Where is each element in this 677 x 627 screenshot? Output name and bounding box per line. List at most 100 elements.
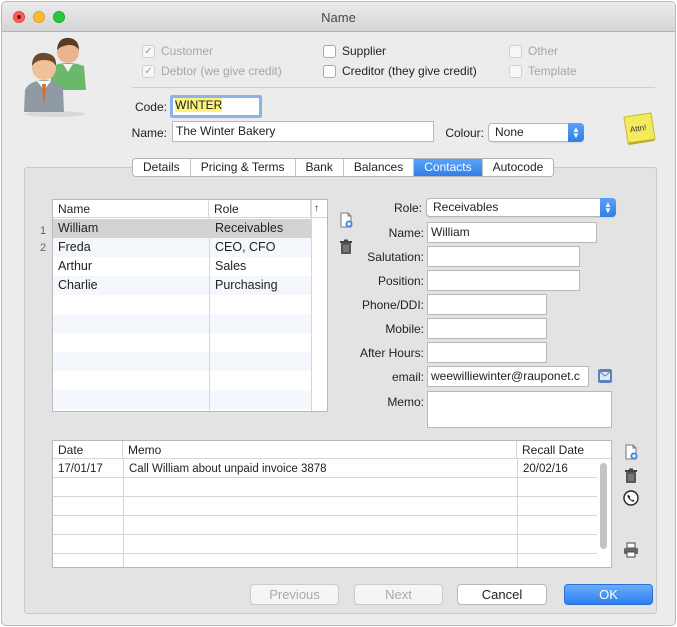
empty-row xyxy=(53,352,311,371)
email-compose-icon[interactable] xyxy=(597,368,613,384)
colour-label: Colour: xyxy=(445,126,484,140)
trash-icon[interactable] xyxy=(623,468,639,484)
contacts-table: Name Role ↑ William Receivables Freda CE… xyxy=(52,199,328,412)
checkbox-box xyxy=(323,44,336,58)
code-input[interactable]: WINTER xyxy=(170,95,262,118)
column-divider xyxy=(311,200,312,411)
divider xyxy=(132,87,655,88)
checkmark-icon: ✓ xyxy=(142,44,155,58)
after-hours-input[interactable] xyxy=(427,342,547,363)
chevron-updown-icon: ▲ ▼ xyxy=(568,123,584,142)
add-recall-icon[interactable] xyxy=(623,444,639,460)
template-checkbox[interactable]: Template xyxy=(509,64,577,78)
empty-row xyxy=(53,371,311,390)
column-header-name[interactable]: Name xyxy=(53,200,209,218)
contact-role: CEO, CFO xyxy=(215,240,276,254)
mobile-label: Mobile: xyxy=(385,322,424,336)
row-divider xyxy=(53,534,597,535)
column-divider xyxy=(209,218,210,411)
colour-value: None xyxy=(495,125,524,139)
previous-button[interactable]: Previous xyxy=(250,584,339,605)
role-select[interactable]: Receivables ▲ ▼ xyxy=(426,198,616,217)
phone-icon[interactable] xyxy=(623,490,639,506)
contact-name: Arthur xyxy=(58,259,93,273)
table-row[interactable]: Charlie Purchasing xyxy=(53,276,311,295)
creditor-checkbox[interactable]: Creditor (they give credit) xyxy=(323,64,477,78)
sort-icon[interactable]: ↑ xyxy=(311,200,327,218)
chevron-updown-icon: ▲ ▼ xyxy=(600,198,616,217)
empty-row xyxy=(53,314,311,333)
column-divider xyxy=(123,459,124,567)
cancel-button[interactable]: Cancel xyxy=(457,584,547,605)
row-divider xyxy=(53,553,597,554)
checkbox-box xyxy=(323,64,336,78)
checkbox-box xyxy=(509,64,522,78)
mobile-input[interactable] xyxy=(427,318,547,339)
table-row[interactable]: Freda CEO, CFO xyxy=(53,238,311,257)
position-label: Position: xyxy=(377,274,424,288)
table-row[interactable]: Arthur Sales xyxy=(53,257,311,276)
other-label: Other xyxy=(528,44,559,58)
name-label: Name: xyxy=(131,126,167,140)
row-divider xyxy=(53,515,597,516)
scrollbar[interactable] xyxy=(600,463,607,549)
print-icon[interactable] xyxy=(623,542,639,558)
memo-label: Memo: xyxy=(387,395,424,409)
contact-name-label: Name: xyxy=(388,226,424,240)
colour-select[interactable]: None ▲ ▼ xyxy=(488,123,584,142)
tab-autocode[interactable]: Autocode xyxy=(482,159,554,176)
row-divider xyxy=(53,477,597,478)
recall-table: Date Memo Recall Date 17/01/17 Call Will… xyxy=(52,440,612,568)
creditor-label: Creditor (they give credit) xyxy=(342,64,477,78)
empty-row xyxy=(53,390,311,409)
code-value: WINTER xyxy=(175,98,223,112)
contact-name: Freda xyxy=(58,240,91,254)
column-header-memo[interactable]: Memo xyxy=(123,441,517,459)
contact-name-input[interactable]: William xyxy=(427,222,597,243)
name-input[interactable]: The Winter Bakery xyxy=(172,121,434,142)
phone-label: Phone/DDI: xyxy=(361,298,424,312)
column-header-date[interactable]: Date xyxy=(53,441,123,459)
ok-button[interactable]: OK xyxy=(564,584,653,605)
column-divider xyxy=(517,459,518,567)
phone-input[interactable] xyxy=(427,294,547,315)
tab-bank[interactable]: Bank xyxy=(295,159,344,176)
window-title: Name xyxy=(321,10,356,25)
tab-details[interactable]: Details xyxy=(133,159,191,176)
email-label: email: xyxy=(391,370,424,384)
tab-balances[interactable]: Balances xyxy=(343,159,415,176)
supplier-checkbox[interactable]: Supplier xyxy=(323,44,386,58)
email-input[interactable]: weewilliewinter@rauponet.c xyxy=(427,366,589,387)
column-header-recall-date[interactable]: Recall Date xyxy=(517,441,611,459)
checkbox-box xyxy=(509,44,522,58)
salutation-input[interactable] xyxy=(427,246,580,267)
tab-pricing-terms[interactable]: Pricing & Terms xyxy=(190,159,296,176)
people-icon xyxy=(24,37,86,117)
tab-contacts[interactable]: Contacts xyxy=(414,159,483,176)
customer-checkbox[interactable]: ✓ Customer xyxy=(142,44,213,58)
contact-name: William xyxy=(58,221,99,235)
debtor-checkbox[interactable]: ✓ Debtor (we give credit) xyxy=(142,64,282,78)
supplier-label: Supplier xyxy=(342,44,387,58)
memo-textarea[interactable] xyxy=(427,391,612,428)
role-value: Receivables xyxy=(433,200,499,214)
sticky-note-icon[interactable]: Attn! xyxy=(621,111,657,145)
contact-name: Charlie xyxy=(58,278,98,292)
name-window: Name ✓ Customer ✓ Debtor (we give credit… xyxy=(1,1,676,626)
checkmark-icon: ✓ xyxy=(142,64,155,78)
code-label: Code: xyxy=(134,100,167,114)
empty-row xyxy=(53,295,311,314)
position-input[interactable] xyxy=(427,270,580,291)
table-row[interactable]: William Receivables xyxy=(53,219,311,238)
customer-label: Customer xyxy=(161,44,214,58)
other-checkbox[interactable]: Other xyxy=(509,44,558,58)
tab-bar: Details Pricing & Terms Bank Balances Co… xyxy=(132,158,555,177)
column-header-role[interactable]: Role xyxy=(209,200,311,218)
salutation-label: Salutation: xyxy=(367,250,424,264)
row-number: 1 xyxy=(40,225,47,237)
contact-role: Purchasing xyxy=(215,278,278,292)
next-button[interactable]: Next xyxy=(354,584,443,605)
title-bar: Name xyxy=(2,2,675,32)
contact-role: Receivables xyxy=(215,221,284,235)
after-hours-label: After Hours: xyxy=(359,346,424,360)
